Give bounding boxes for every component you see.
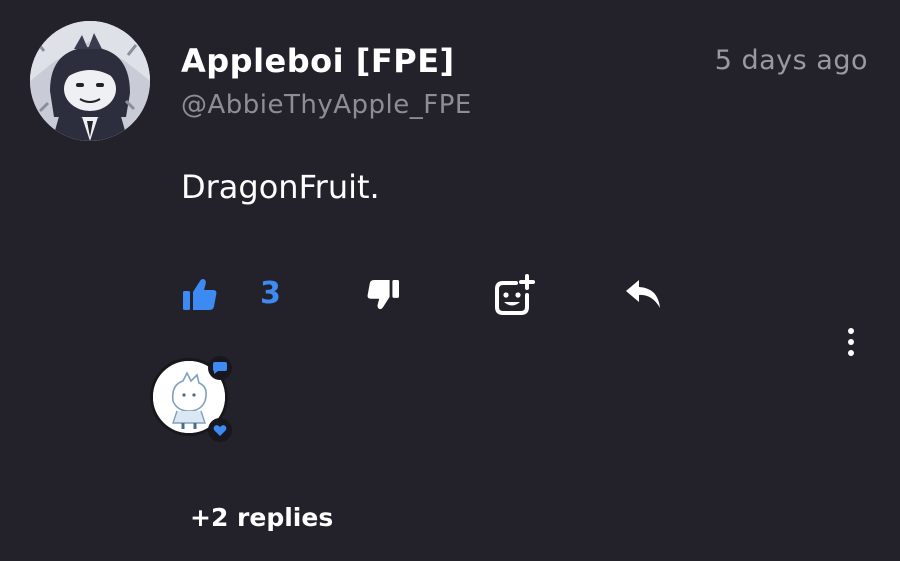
add-reaction-icon: [495, 274, 535, 315]
reply-arrow-icon: [626, 280, 660, 308]
reply-button[interactable]: [622, 274, 664, 314]
avatar-illustration: [30, 21, 150, 141]
add-reaction-button[interactable]: [490, 272, 536, 318]
author-handle[interactable]: @AbbieThyApple_FPE: [181, 90, 472, 120]
more-options-button[interactable]: [838, 322, 864, 362]
like-button[interactable]: [180, 274, 220, 314]
thumbs-down-icon: [367, 279, 399, 310]
comment-bubble-icon: [213, 362, 227, 374]
author-avatar[interactable]: [30, 21, 150, 141]
comment-timestamp: 5 days ago: [714, 45, 868, 76]
heart-badge: [208, 418, 232, 442]
thumbs-up-icon: [183, 279, 217, 310]
author-name[interactable]: Appleboi [FPE]: [181, 42, 455, 80]
dislike-button[interactable]: [362, 274, 404, 316]
more-dot: [848, 328, 854, 334]
comment-bubble-badge: [208, 356, 232, 380]
comment-body: DragonFruit.: [181, 168, 380, 206]
more-dot: [848, 339, 854, 345]
heart-icon: [213, 424, 227, 436]
more-dot: [848, 350, 854, 356]
reply-preview[interactable]: [150, 356, 232, 442]
view-replies-link[interactable]: +2 replies: [190, 503, 333, 532]
like-count: 3: [260, 276, 281, 311]
comment-card: Appleboi [FPE] @AbbieThyApple_FPE 5 days…: [0, 0, 900, 561]
